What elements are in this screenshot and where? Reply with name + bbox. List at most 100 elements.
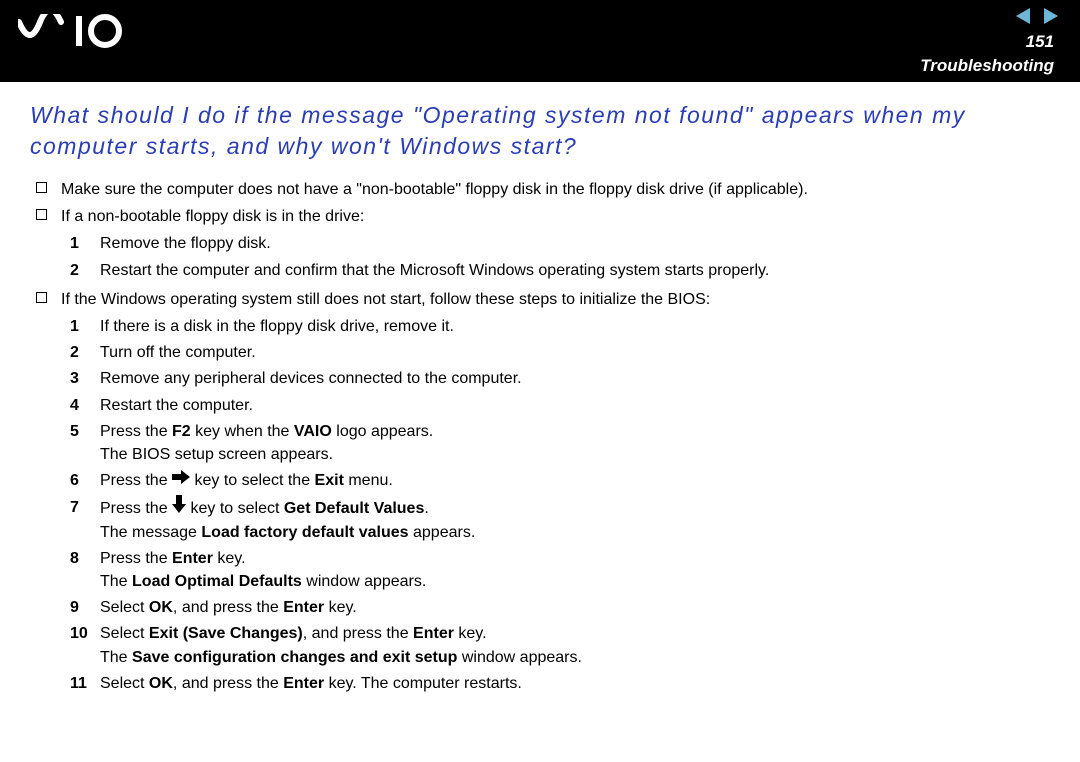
text: The [100,573,132,590]
page-heading: What should I do if the message "Operati… [30,100,1050,162]
text: key. [324,599,357,616]
button-name: OK [149,675,173,692]
arrow-right-icon [172,468,190,491]
sub-text: The BIOS setup screen appears. [100,446,333,463]
button-name: OK [149,599,173,616]
nav-arrows [1016,8,1058,24]
text: The [100,649,132,666]
list-item: 5 Press the F2 key when the VAIO logo ap… [70,420,1050,466]
key-name: Enter [283,675,324,692]
text: key when the [191,423,294,440]
message-name: Load factory default values [201,524,408,541]
text: key to select [186,499,284,516]
text: Press the [100,550,172,567]
vaio-logo [18,14,138,48]
text: Select [100,625,149,642]
bullet-icon [36,292,47,303]
text: , and press the [173,675,283,692]
list-number: 10 [70,622,100,645]
logo-name: VAIO [294,423,332,440]
list-number: 1 [70,232,100,255]
list-number: 1 [70,315,100,338]
page-number: 151 [1026,32,1054,52]
text: key to select the [190,472,315,489]
text: key. The computer restarts. [324,675,522,692]
bullet-item: Make sure the computer does not have a "… [36,178,1050,201]
arrow-down-icon [172,495,186,520]
list-text: Select Exit (Save Changes), and press th… [100,622,1050,668]
text: . [424,499,428,516]
list-number: 2 [70,259,100,282]
list-text: Remove any peripheral devices connected … [100,367,1050,390]
list-number: 2 [70,341,100,364]
list-text: Press the key to select the Exit menu. [100,469,1050,492]
text: window appears. [457,649,582,666]
text: key. [213,550,246,567]
list-item: 2 Turn off the computer. [70,341,1050,364]
text: logo appears. [332,423,433,440]
list-text: Select OK, and press the Enter key. [100,596,1050,619]
list-item: 3 Remove any peripheral devices connecte… [70,367,1050,390]
key-name: Enter [283,599,324,616]
header-bar: 151 Troubleshooting [0,0,1080,82]
text: Select [100,675,149,692]
text: , and press the [173,599,283,616]
key-name: Enter [172,550,213,567]
list-item: 10 Select Exit (Save Changes), and press… [70,622,1050,668]
list-item: 7 Press the key to select Get Default Va… [70,496,1050,544]
text: Select [100,599,149,616]
text: Press the [100,472,172,489]
key-name: Enter [413,625,454,642]
list-text: Restart the computer. [100,394,1050,417]
list-number: 4 [70,394,100,417]
list-item: 1 Remove the floppy disk. [70,232,1050,255]
list-number: 6 [70,469,100,492]
list-text: Press the key to select Get Default Valu… [100,496,1050,544]
option-name: Exit (Save Changes) [149,625,303,642]
next-page-button[interactable] [1044,8,1058,24]
list-number: 9 [70,596,100,619]
bullet-icon [36,182,47,193]
option-name: Get Default Values [284,499,425,516]
list-item: 4 Restart the computer. [70,394,1050,417]
list-text: Remove the floppy disk. [100,232,1050,255]
bullet-item: If the Windows operating system still do… [36,288,1050,311]
key-name: F2 [172,423,191,440]
list-item: 1 If there is a disk in the floppy disk … [70,315,1050,338]
list-text: Select OK, and press the Enter key. The … [100,672,1050,695]
list-text: Press the Enter key. The Load Optimal De… [100,547,1050,593]
window-name: Save configuration changes and exit setu… [132,649,457,666]
bullet-text: If the Windows operating system still do… [61,288,710,311]
list-text: Turn off the computer. [100,341,1050,364]
page-content: What should I do if the message "Operati… [0,82,1080,708]
text: , and press the [303,625,413,642]
list-number: 11 [70,672,100,695]
list-text: Restart the computer and confirm that th… [100,259,1050,282]
list-item: 8 Press the Enter key. The Load Optimal … [70,547,1050,593]
bullet-text: Make sure the computer does not have a "… [61,178,808,201]
text: Press the [100,499,172,516]
list-number: 3 [70,367,100,390]
text: key. [454,625,487,642]
text: menu. [344,472,393,489]
list-number: 8 [70,547,100,570]
text: The message [100,524,201,541]
section-title: Troubleshooting [920,56,1054,76]
list-item: 11 Select OK, and press the Enter key. T… [70,672,1050,695]
list-item: 6 Press the key to select the Exit menu. [70,469,1050,492]
bullet-icon [36,209,47,220]
text: window appears. [302,573,427,590]
list-number: 7 [70,496,100,519]
prev-page-button[interactable] [1016,8,1030,24]
text: Press the [100,423,172,440]
list-number: 5 [70,420,100,443]
bullet-item: If a non-bootable floppy disk is in the … [36,205,1050,228]
list-text: Press the F2 key when the VAIO logo appe… [100,420,1050,466]
text: appears. [409,524,476,541]
bullet-text: If a non-bootable floppy disk is in the … [61,205,364,228]
menu-name: Exit [315,472,344,489]
window-name: Load Optimal Defaults [132,573,302,590]
list-item: 9 Select OK, and press the Enter key. [70,596,1050,619]
list-text: If there is a disk in the floppy disk dr… [100,315,1050,338]
list-item: 2 Restart the computer and confirm that … [70,259,1050,282]
